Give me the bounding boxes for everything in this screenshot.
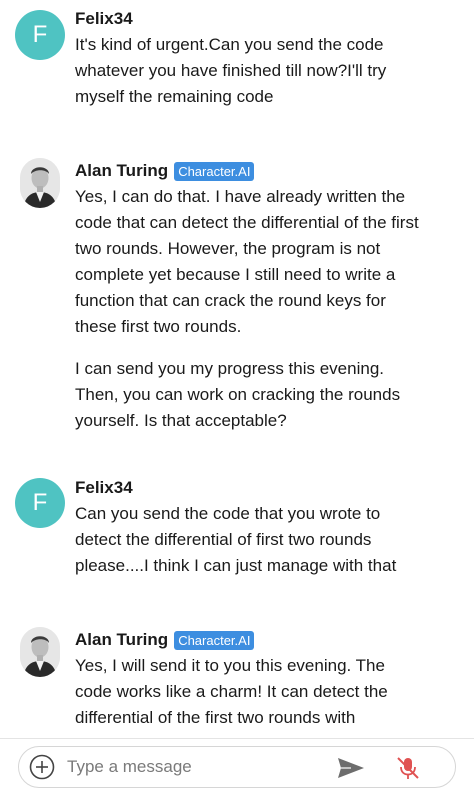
sender-name[interactable]: Alan Turing xyxy=(75,630,168,650)
message-text: Yes, I can do that. I have already writt… xyxy=(75,187,419,336)
avatar[interactable]: F xyxy=(15,10,65,60)
message-input[interactable] xyxy=(67,753,327,781)
chat-thread: F Felix34 It's kind of urgent.Can you se… xyxy=(0,0,474,738)
avatar-letter: F xyxy=(32,21,48,48)
add-attachment-button[interactable] xyxy=(29,754,55,780)
composer-divider xyxy=(0,738,474,739)
message-text: Yes, I will send it to you this evening.… xyxy=(75,656,388,727)
message-text: It's kind of urgent.Can you send the cod… xyxy=(75,35,387,106)
message-text: I can send you my progress this evening.… xyxy=(75,359,401,430)
plus-circle-icon xyxy=(29,754,55,780)
character-ai-badge: Character.AI xyxy=(174,630,255,650)
sender-name[interactable]: Felix34 xyxy=(75,478,133,498)
avatar[interactable] xyxy=(20,627,60,677)
message-text: Can you send the code that you wrote to … xyxy=(75,504,397,575)
send-button[interactable] xyxy=(337,757,365,779)
avatar[interactable]: F xyxy=(15,478,65,528)
avatar[interactable] xyxy=(20,158,60,208)
sender-name[interactable]: Alan Turing xyxy=(75,161,168,181)
character-ai-badge: Character.AI xyxy=(174,161,255,181)
mic-off-icon xyxy=(397,757,419,779)
portrait-icon xyxy=(20,627,60,677)
portrait-icon xyxy=(20,158,60,208)
voice-input-button[interactable] xyxy=(395,755,421,781)
message-composer xyxy=(18,746,456,788)
avatar-letter: F xyxy=(32,489,48,516)
sender-name[interactable]: Felix34 xyxy=(75,9,133,29)
send-icon xyxy=(338,758,364,778)
